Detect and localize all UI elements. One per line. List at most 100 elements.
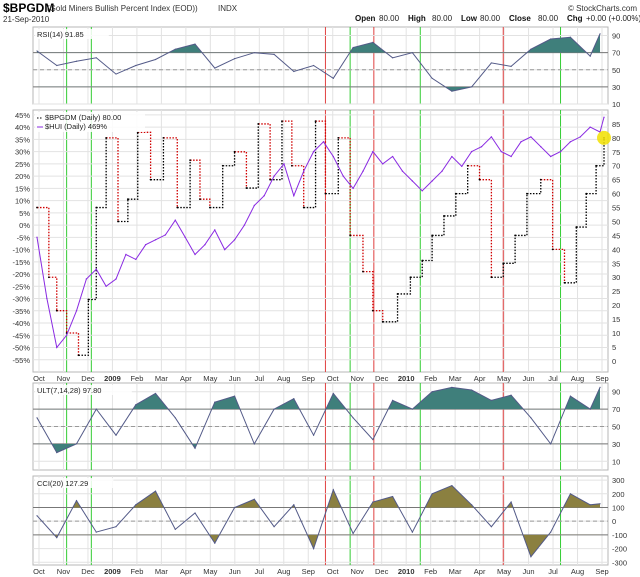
hui-point (490, 136, 493, 138)
rsi-tick-label: 30 (612, 83, 620, 92)
bpgdm-point (551, 248, 554, 251)
chart-header: $BPGDM (Gold Miners Bullish Percent Inde… (3, 1, 640, 24)
hui-point (56, 346, 58, 349)
ult-data-point (95, 408, 97, 410)
bpgdm-point (281, 120, 283, 123)
cci-data-point (312, 547, 315, 550)
rsi-tick-label: 90 (612, 32, 620, 41)
hui-point (125, 253, 127, 256)
rsi-data-point (471, 86, 473, 88)
ult-data-point (471, 389, 473, 391)
main-right-tick-label: 65 (612, 176, 620, 185)
hui-point (164, 234, 167, 236)
bpgdm-point (324, 192, 327, 195)
bottom-x-label: Nov (57, 567, 71, 576)
hui-point (500, 150, 502, 153)
main-left-tick-label: -15% (12, 258, 30, 267)
rsi-data-point (293, 70, 295, 73)
main-right-tick-label: 50 (612, 217, 620, 226)
cci-data-point (233, 506, 236, 509)
rsi-panel-frame (32, 26, 609, 105)
bottom-x-label: Dec (81, 567, 95, 576)
cci-data-point (569, 493, 572, 495)
cci-data-point (174, 528, 176, 531)
main-left-tick-label: 40% (15, 123, 30, 132)
bpgdm-point (585, 192, 588, 195)
ult-data-point (214, 401, 216, 403)
cci-legend: CCI(20) 127.29 (37, 479, 88, 488)
main-right-tick-label: 0 (612, 357, 616, 366)
hui-point (391, 155, 394, 158)
bpgdm-point (208, 206, 211, 209)
ohlc-value-open: 80.00 (379, 14, 400, 23)
main-x-label: Apr (180, 374, 192, 383)
ult-data-point (135, 404, 137, 406)
main-x-label: Sep (595, 374, 608, 383)
rsi-data-point (214, 67, 216, 69)
bpgdm-point (314, 120, 317, 123)
rsi-data-point (490, 62, 492, 64)
bpgdm-point (126, 198, 129, 201)
ohlc-label-chg: Chg (567, 14, 583, 23)
hui-point (342, 175, 344, 177)
legend-hui: $HUI (Daily) 469% (45, 122, 107, 131)
bpgdm-point (478, 178, 481, 181)
hui-point (401, 170, 404, 172)
rsi-data-point (312, 64, 315, 67)
rsi-data-point (431, 77, 433, 79)
hui-point (233, 239, 236, 241)
hui-point (559, 150, 562, 153)
bottom-x-label: Nov (351, 567, 365, 576)
hui-point (204, 243, 206, 246)
main-left-tick-label: 5% (19, 209, 30, 218)
bpgdm-point (77, 354, 80, 357)
cci-data-point (589, 504, 591, 506)
main-right-tick-label: 40 (612, 245, 620, 254)
cci-data-point (75, 500, 78, 502)
hui-point (293, 195, 295, 197)
bpgdm-point (36, 206, 38, 209)
cci-data-point (273, 526, 275, 528)
main-x-label: Aug (571, 374, 584, 383)
main-x-label: Feb (424, 374, 437, 383)
bpgdm-point (199, 198, 201, 201)
rsi-data-point (135, 64, 137, 67)
main-right-tick-label: 55 (612, 204, 620, 213)
cci-data-point (135, 504, 137, 506)
bottom-x-label: Oct (33, 567, 46, 576)
main-right-tick-label: 85 (612, 120, 620, 129)
exchange-label: INDX (218, 4, 238, 13)
rsi-data-point (174, 48, 176, 50)
stock-chart: $BPGDM (Gold Miners Bullish Percent Inde… (3, 1, 640, 576)
ult-data-point (194, 447, 196, 449)
hui-point (223, 248, 226, 251)
bottom-x-label: May (203, 567, 217, 576)
hui-point (579, 136, 581, 138)
main-left-tick-label: -45% (12, 331, 30, 340)
hui-point (214, 229, 216, 231)
bottom-x-label: Apr (474, 567, 486, 576)
cci-tick-label: -300 (612, 558, 627, 567)
hui-point (194, 253, 196, 256)
bottom-x-label: Sep (595, 567, 608, 576)
chart-date: 21-Sep-2010 (3, 15, 50, 24)
ult-data-point (233, 395, 236, 397)
bpgdm-point (526, 192, 528, 195)
main-left-tick-label: 45% (15, 111, 30, 120)
rsi-data-point (95, 57, 97, 59)
main-right-tick-label: 25 (612, 287, 620, 296)
cci-data-point (599, 503, 601, 505)
rsi-data-point (411, 52, 413, 54)
ult-data-point (36, 417, 38, 419)
hui-point (105, 285, 107, 287)
main-left-tick-label: -10% (12, 246, 30, 255)
bottom-x-label: May (497, 567, 511, 576)
ult-data-point (431, 391, 433, 393)
main-right-tick-label: 75 (612, 148, 620, 157)
bpgdm-point (55, 309, 58, 312)
watermark: © StockCharts.com (568, 4, 637, 13)
main-right-tick-label: 45 (612, 231, 620, 240)
main-left-tick-label: 30% (15, 148, 30, 157)
bpgdm-point (221, 164, 224, 167)
hui-point (253, 204, 256, 207)
